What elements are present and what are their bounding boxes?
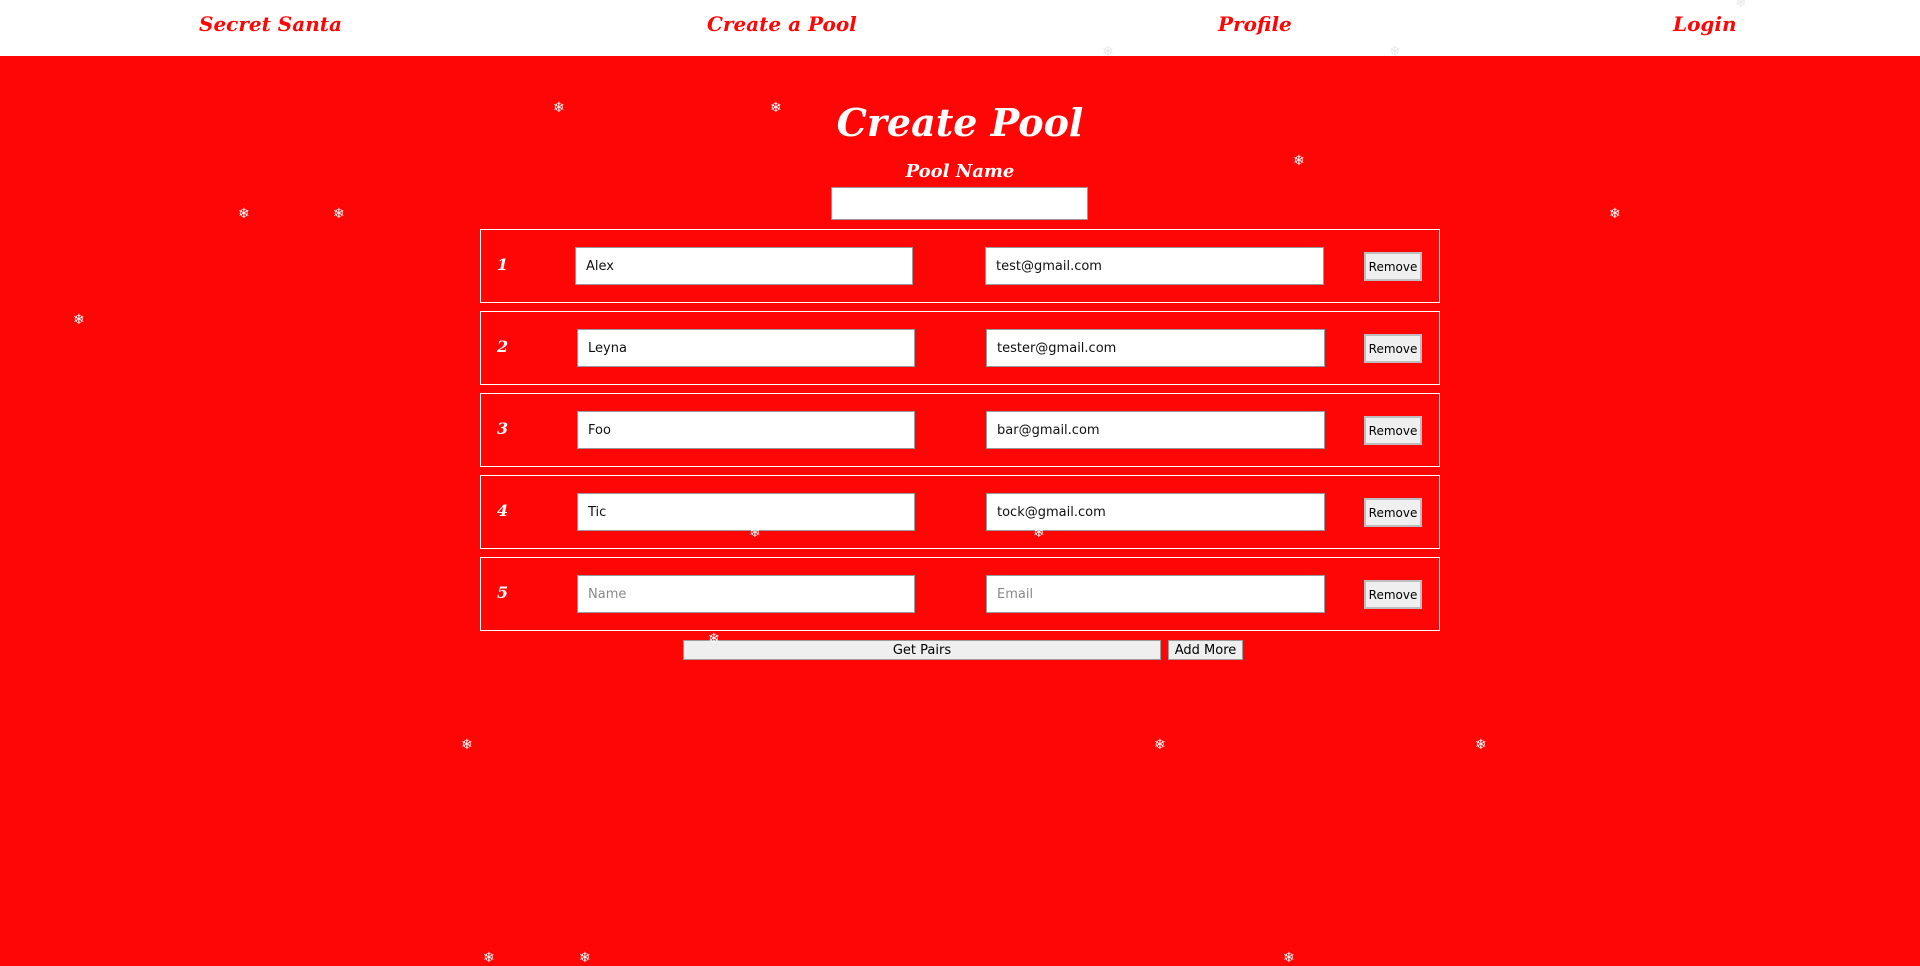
- participant-email-input[interactable]: [986, 575, 1325, 613]
- participant-name-input[interactable]: [577, 575, 915, 613]
- row-number: 4: [497, 501, 509, 520]
- participant-row: 1 Remove: [480, 229, 1440, 303]
- pool-name-input[interactable]: [831, 187, 1088, 220]
- snowflake-icon: ❄: [579, 950, 591, 966]
- snowflake-icon: ❄: [749, 525, 761, 541]
- snowflake-icon: ❄: [1283, 950, 1295, 966]
- remove-participant-button[interactable]: Remove: [1364, 416, 1422, 445]
- top-navbar: Secret Santa Create a Pool Profile Login: [0, 0, 1920, 56]
- row-number: 1: [497, 255, 509, 274]
- row-number: 3: [497, 419, 509, 438]
- participant-name-input[interactable]: [577, 411, 915, 449]
- nav-login-link[interactable]: Login: [1673, 12, 1737, 36]
- participant-name-input[interactable]: [575, 247, 913, 285]
- snowflake-icon: ❄: [483, 950, 495, 966]
- snowflake-icon: ❄: [461, 737, 473, 753]
- snowflake-icon: ❄: [553, 100, 565, 116]
- remove-participant-button[interactable]: Remove: [1364, 580, 1422, 609]
- snowflake-icon: ❄: [1735, 0, 1747, 11]
- snowflake-icon: ❄: [1389, 44, 1401, 60]
- snowflake-icon: ❄: [73, 312, 85, 328]
- row-number: 2: [497, 337, 509, 356]
- participant-row: 3 Remove: [480, 393, 1440, 467]
- participant-email-input[interactable]: [986, 411, 1325, 449]
- snowflake-icon: ❄: [1033, 525, 1045, 541]
- participant-email-input[interactable]: [986, 329, 1325, 367]
- snowflake-icon: ❄: [333, 206, 345, 222]
- snowflake-icon: ❄: [708, 631, 720, 647]
- participant-name-input[interactable]: [577, 329, 915, 367]
- page-title: Create Pool: [836, 100, 1084, 145]
- participant-email-input[interactable]: [985, 247, 1324, 285]
- participant-name-input[interactable]: [577, 493, 915, 531]
- row-number: 5: [497, 583, 509, 602]
- nav-profile-link[interactable]: Profile: [1218, 12, 1292, 36]
- nav-create-pool-link[interactable]: Create a Pool: [707, 12, 857, 36]
- nav-brand-link[interactable]: Secret Santa: [199, 12, 342, 36]
- participant-row: 5 Remove: [480, 557, 1440, 631]
- get-pairs-button[interactable]: Get Pairs: [683, 640, 1161, 660]
- remove-participant-button[interactable]: Remove: [1364, 498, 1422, 527]
- snowflake-icon: ❄: [1154, 737, 1166, 753]
- remove-participant-button[interactable]: Remove: [1364, 252, 1422, 281]
- participant-row: 2 Remove: [480, 311, 1440, 385]
- snowflake-icon: ❄: [1609, 206, 1621, 222]
- add-more-button[interactable]: Add More: [1168, 640, 1243, 660]
- snowflake-icon: ❄: [1475, 737, 1487, 753]
- remove-participant-button[interactable]: Remove: [1364, 334, 1422, 363]
- participant-row: 4 Remove: [480, 475, 1440, 549]
- snowflake-icon: ❄: [1293, 153, 1305, 169]
- snowflake-icon: ❄: [238, 206, 250, 222]
- snowflake-icon: ❄: [1102, 44, 1114, 60]
- pool-name-label: Pool Name: [905, 161, 1015, 182]
- snowflake-icon: ❄: [770, 100, 782, 116]
